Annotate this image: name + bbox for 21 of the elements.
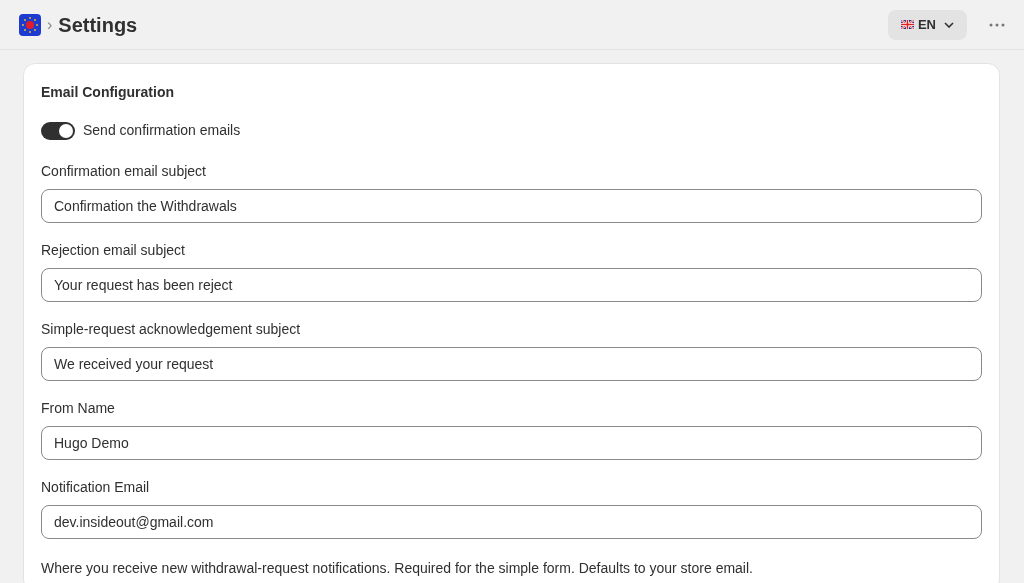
- toggle-switch[interactable]: [41, 121, 75, 140]
- toggle-label: Send confirmation emails: [83, 121, 241, 140]
- page-title: Settings: [58, 12, 138, 38]
- breadcrumb-separator: ›: [47, 14, 53, 35]
- section-title: Email Configuration: [41, 83, 175, 102]
- field-label: From Name: [41, 399, 116, 418]
- input-field[interactable]: We received your request: [41, 347, 982, 381]
- more-icon[interactable]: [989, 22, 1005, 27]
- chevron-down-icon: [944, 21, 954, 28]
- input-field[interactable]: Confirmation the Withdrawals: [41, 189, 982, 223]
- field-label: Confirmation email subject: [41, 162, 207, 181]
- input-field[interactable]: Your request has been reject: [41, 268, 982, 302]
- input-field[interactable]: dev.insideout@gmail.com: [41, 505, 982, 539]
- help-text: Where you receive new withdrawal-request notifications. Required for the simple form. Defaults to your store email.: [41, 559, 754, 578]
- language-selector[interactable]: EN: [887, 9, 967, 40]
- input-field[interactable]: Hugo Demo: [41, 426, 982, 460]
- field-label: Simple-request acknowledgement subject: [41, 320, 302, 339]
- app-logo-icon[interactable]: [19, 13, 41, 36]
- field-label: Notification Email: [41, 478, 151, 497]
- flag-icon: [900, 20, 914, 29]
- field-label: Rejection email subject: [41, 241, 186, 260]
